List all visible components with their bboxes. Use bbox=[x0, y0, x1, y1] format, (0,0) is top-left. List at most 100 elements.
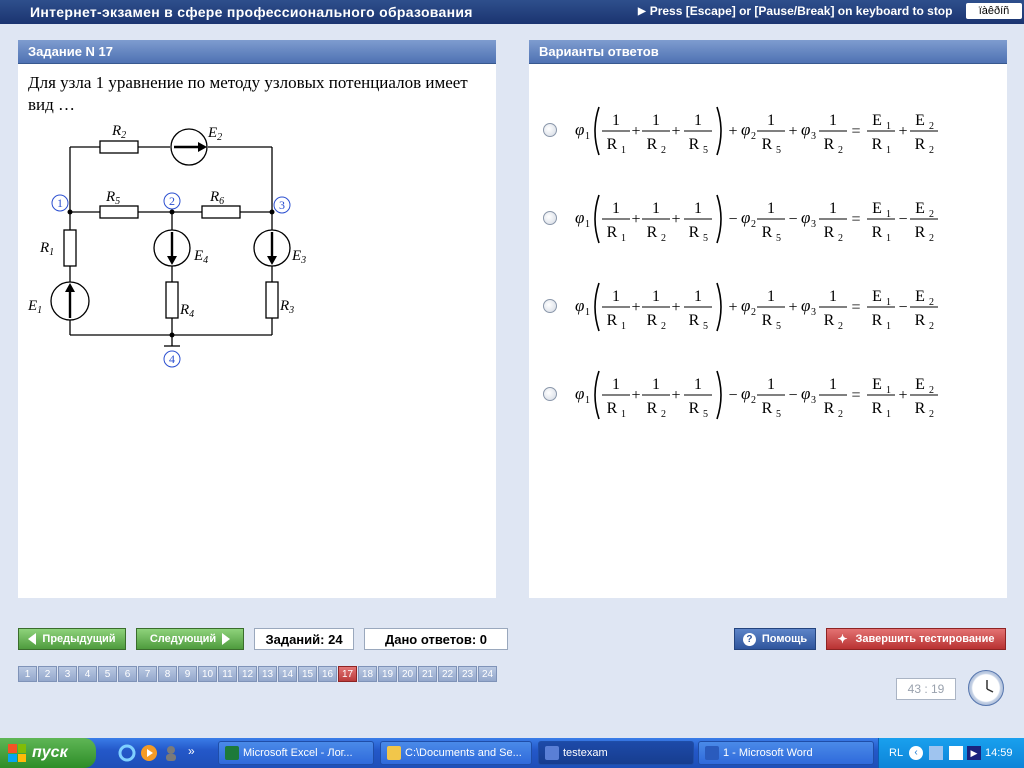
svg-text:+: + bbox=[671, 387, 680, 404]
svg-text:5: 5 bbox=[703, 321, 708, 332]
page-button[interactable]: 8 bbox=[158, 666, 177, 682]
page-button[interactable]: 24 bbox=[478, 666, 497, 682]
answer-formula: φ 11R 1+1R 2+1R 5− φ 21R 5− φ 31R 2=E 1R 1+E 2R 2 bbox=[575, 370, 938, 420]
finish-test-button[interactable]: ✦ Завершить тестирование bbox=[826, 628, 1006, 650]
page-button[interactable]: 17 bbox=[338, 666, 357, 682]
svg-text:+: + bbox=[671, 299, 680, 316]
page-button[interactable]: 10 bbox=[198, 666, 217, 682]
svg-text:R: R bbox=[607, 312, 618, 329]
svg-text:R: R bbox=[824, 400, 835, 417]
tray-play-icon[interactable]: ▶ bbox=[967, 746, 981, 760]
svg-text:R: R bbox=[762, 136, 773, 153]
svg-text:3: 3 bbox=[811, 395, 816, 406]
taskbar: пуск » Microsoft Excel - Лог... C:\Docume… bbox=[0, 738, 1024, 768]
chevron-right-icon[interactable]: » bbox=[188, 744, 206, 762]
answer-radio[interactable] bbox=[543, 123, 557, 137]
page-button[interactable]: 7 bbox=[138, 666, 157, 682]
svg-text:2: 2 bbox=[838, 321, 843, 332]
answer-option[interactable]: φ 1 1 R 1 +1 R 2 +1 R 5 + φ 2 1 R 5 + φ 3 1 R 2 = E 1 R 1 + E 2 R 2 bbox=[543, 101, 993, 161]
answer-radio[interactable] bbox=[543, 299, 557, 313]
taskbar-task[interactable]: Microsoft Excel - Лог... bbox=[218, 741, 374, 765]
taskbar-task[interactable]: 1 - Microsoft Word bbox=[698, 741, 874, 765]
circuit-diagram: 1 2 3 4 R2 E2 R5 R6 R1 E4 E3 E1 R4 R3 bbox=[27, 123, 306, 368]
answers-given-count: Дано ответов: 0 bbox=[364, 628, 508, 650]
answer-radio[interactable] bbox=[543, 387, 557, 401]
svg-text:1: 1 bbox=[829, 376, 837, 393]
page-button[interactable]: 21 bbox=[418, 666, 437, 682]
svg-text:1: 1 bbox=[621, 145, 626, 156]
svg-text:1: 1 bbox=[694, 112, 702, 129]
page-button[interactable]: 20 bbox=[398, 666, 417, 682]
answer-formula: φ 11R 1+1R 2+1R 5− φ 21R 5− φ 31R 2=E 1R 1−E 2R 2 bbox=[575, 194, 938, 244]
e1-label: E1 bbox=[27, 298, 42, 316]
svg-text:5: 5 bbox=[776, 145, 781, 156]
svg-text:φ: φ bbox=[575, 208, 584, 227]
tray-app-icon[interactable] bbox=[929, 746, 943, 760]
title-bar: Интернет-экзамен в сфере профессионально… bbox=[0, 0, 1024, 24]
svg-text:=: = bbox=[851, 387, 860, 404]
answer-radio[interactable] bbox=[543, 211, 557, 225]
clock-time: 14:59 bbox=[985, 747, 1013, 759]
svg-text:2: 2 bbox=[929, 409, 934, 420]
start-button[interactable]: пуск bbox=[0, 738, 96, 768]
svg-text:+: + bbox=[631, 123, 640, 140]
svg-text:−: − bbox=[728, 211, 737, 228]
page-button[interactable]: 19 bbox=[378, 666, 397, 682]
task-header: Задание N 17 bbox=[18, 40, 496, 64]
svg-text:φ: φ bbox=[741, 384, 750, 403]
window-title: Интернет-экзамен в сфере профессионально… bbox=[30, 4, 473, 20]
page-button[interactable]: 23 bbox=[458, 666, 477, 682]
media-player-icon[interactable] bbox=[140, 744, 158, 762]
svg-text:2: 2 bbox=[838, 145, 843, 156]
page-button[interactable]: 13 bbox=[258, 666, 277, 682]
svg-text:2: 2 bbox=[929, 145, 934, 156]
help-button[interactable]: ? Помощь bbox=[734, 628, 816, 650]
answer-option[interactable]: φ 1 1 R 1 +1 R 2 +1 R 5− φ 2 1 R 5− φ 3 1 R 2 = E 1 R 1 + E 2 R 2 bbox=[543, 365, 993, 425]
answers-panel: Варианты ответов φ 1 1 R 1 +1 R 2 +1 R 5 + φ 2 1 R 5 + φ 3 1… bbox=[529, 40, 1007, 598]
svg-text:2: 2 bbox=[661, 145, 666, 156]
page-button[interactable]: 15 bbox=[298, 666, 317, 682]
page-button[interactable]: 1 bbox=[18, 666, 37, 682]
svg-text:1: 1 bbox=[767, 376, 775, 393]
svg-text:R: R bbox=[689, 312, 700, 329]
svg-text:=: = bbox=[851, 299, 860, 316]
page-button[interactable]: 12 bbox=[238, 666, 257, 682]
next-button[interactable]: Следующий bbox=[136, 628, 244, 650]
taskbar-task[interactable]: testexam bbox=[538, 741, 694, 765]
svg-text:1: 1 bbox=[767, 200, 775, 217]
svg-text:R: R bbox=[607, 136, 618, 153]
page-button[interactable]: 6 bbox=[118, 666, 137, 682]
tray-app-icon[interactable] bbox=[949, 746, 963, 760]
svg-text:φ: φ bbox=[741, 296, 750, 315]
page-button[interactable]: 14 bbox=[278, 666, 297, 682]
svg-text:2: 2 bbox=[751, 131, 756, 142]
language-indicator[interactable]: RL bbox=[889, 747, 903, 759]
page-button[interactable]: 11 bbox=[218, 666, 237, 682]
svg-text:1: 1 bbox=[886, 233, 891, 244]
page-button[interactable]: 16 bbox=[318, 666, 337, 682]
chevron-left-icon[interactable]: ‹ bbox=[909, 746, 923, 760]
page-button[interactable]: 2 bbox=[38, 666, 57, 682]
svg-text:2: 2 bbox=[929, 321, 934, 332]
taskbar-task[interactable]: C:\Documents and Se... bbox=[380, 741, 532, 765]
svg-text:R: R bbox=[762, 224, 773, 241]
page-button[interactable]: 5 bbox=[98, 666, 117, 682]
answer-option[interactable]: φ 1 1 R 1 +1 R 2 +1 R 5 + φ 2 1 R 5 + φ 3 1 R 2 = E 1 R 1− E 2 R 2 bbox=[543, 277, 993, 337]
page-button[interactable]: 22 bbox=[438, 666, 457, 682]
svg-text:3: 3 bbox=[811, 307, 816, 318]
ie-icon[interactable] bbox=[118, 744, 136, 762]
arrow-right-icon bbox=[222, 633, 231, 645]
previous-button[interactable]: Предыдущий bbox=[18, 628, 126, 650]
page-button[interactable]: 3 bbox=[58, 666, 77, 682]
svg-text:1: 1 bbox=[652, 112, 660, 129]
e4-label: E4 bbox=[193, 248, 208, 266]
previous-label: Предыдущий bbox=[42, 633, 116, 645]
svg-text:1: 1 bbox=[621, 409, 626, 420]
svg-text:R: R bbox=[607, 224, 618, 241]
svg-text:−: − bbox=[898, 211, 907, 228]
page-button[interactable]: 9 bbox=[178, 666, 197, 682]
messenger-icon[interactable] bbox=[162, 744, 180, 762]
page-button[interactable]: 4 bbox=[78, 666, 97, 682]
answer-option[interactable]: φ 1 1 R 1 +1 R 2 +1 R 5− φ 2 1 R 5− φ 3 1 R 2 = E 1 R 1− E 2 R 2 bbox=[543, 189, 993, 249]
page-button[interactable]: 18 bbox=[358, 666, 377, 682]
